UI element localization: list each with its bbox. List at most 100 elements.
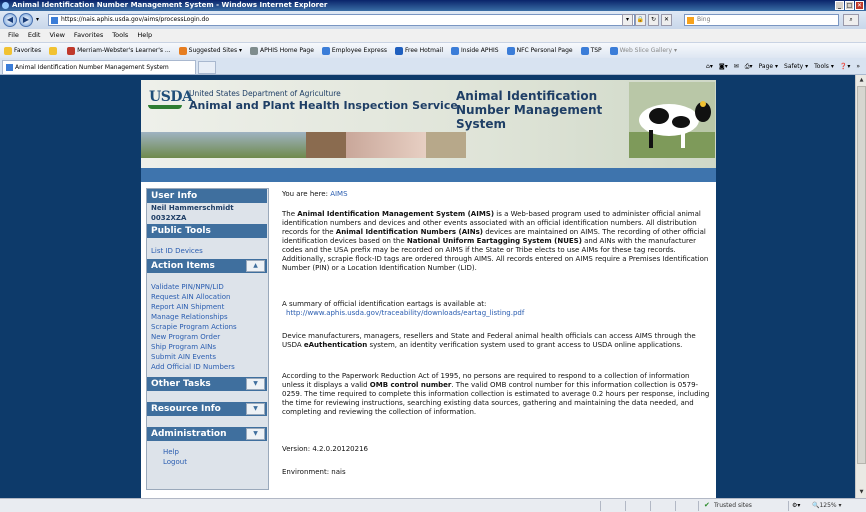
eartag-listing-link[interactable]: http://www.aphis.usda.gov/traceability/d… [282, 309, 524, 317]
menu-file[interactable]: File [8, 29, 19, 42]
user-name: Neil Hammerschmidt [151, 204, 234, 212]
page-icon [51, 17, 58, 24]
home-icon[interactable]: ⌂▾ [706, 60, 713, 73]
status-divider [600, 501, 601, 511]
sidebar-item-ship-ains[interactable]: Ship Program AINs [151, 342, 216, 352]
sidebar-heading-action-items[interactable]: Action Items ▲ [147, 259, 267, 273]
sidebar-item-list-id-devices[interactable]: List ID Devices [151, 246, 203, 256]
search-button[interactable]: ⌕ [843, 14, 859, 26]
sidebar-item-help[interactable]: Help [163, 447, 179, 457]
tab-row: Animal Identification Number Management … [0, 58, 866, 75]
fav-item-suggested[interactable]: Suggested Sites ▾ [178, 46, 242, 55]
security-zone[interactable]: Trusted sites [714, 499, 752, 512]
address-bar[interactable]: https://nais.aphis.usda.gov/aims/process… [48, 14, 635, 26]
maximize-icon[interactable]: □ [845, 1, 854, 10]
expand-down-icon[interactable]: ▼ [246, 378, 265, 390]
sidebar-item-logout[interactable]: Logout [163, 457, 187, 467]
sidebar-item-new-order[interactable]: New Program Order [151, 332, 220, 342]
back-button[interactable]: ◀ [3, 13, 17, 27]
cmd-tools[interactable]: Tools ▾ [814, 60, 834, 73]
vertical-scrollbar[interactable]: ▲ ▼ [855, 75, 866, 498]
text: A summary of official identification ear… [282, 300, 487, 308]
fav-item-merriam[interactable]: Merriam-Webster's Learner's ... [67, 46, 171, 55]
cmd-more[interactable]: » [856, 60, 860, 73]
fav-item-nfc[interactable]: NFC Personal Page [506, 46, 573, 55]
sidebar-heading-administration[interactable]: Administration ▼ [147, 427, 267, 441]
collapse-up-icon[interactable]: ▲ [246, 260, 265, 272]
stop-icon[interactable]: ✕ [661, 14, 672, 26]
landscape-photo [141, 132, 306, 158]
star-icon [4, 46, 12, 55]
sidebar-item-scrapie[interactable]: Scrapie Program Actions [151, 322, 237, 332]
hotmail-icon [394, 46, 403, 55]
sidebar-item-report-shipment[interactable]: Report AIN Shipment [151, 302, 224, 312]
ie-page-icon [506, 46, 515, 55]
intro-paragraph: The Animal Identification Management Sys… [282, 210, 712, 273]
history-dropdown-icon[interactable]: ▾ [36, 16, 39, 23]
menu-favorites[interactable]: Favorites [74, 29, 103, 42]
menu-view[interactable]: View [49, 29, 64, 42]
dept-name: United States Department of Agriculture [189, 89, 341, 98]
tab-aims[interactable]: Animal Identification Number Management … [2, 60, 196, 74]
status-divider [675, 501, 676, 511]
print-icon[interactable]: ⎙▾ [745, 60, 753, 73]
menu-help[interactable]: Help [137, 29, 152, 42]
sidebar-item-manage-relationships[interactable]: Manage Relationships [151, 312, 228, 322]
forward-button[interactable]: ▶ [19, 13, 33, 27]
user-id: 0032XZA [151, 214, 187, 222]
lock-icon[interactable]: 🔒 [635, 14, 646, 26]
status-divider [788, 501, 789, 511]
address-dropdown-icon[interactable]: ▾ [622, 14, 633, 26]
scroll-thumb[interactable] [857, 86, 866, 464]
feeds-icon[interactable]: ◙▾ [719, 60, 728, 73]
eartag-summary: A summary of official identification ear… [282, 300, 712, 318]
cmd-page[interactable]: Page ▾ [759, 60, 778, 73]
environment: Environment: nais [282, 468, 346, 476]
status-divider [698, 501, 699, 511]
fav-label: APHIS Home Page [260, 47, 314, 54]
web-slice-icon [609, 46, 618, 55]
version: Version: 4.2.0.20120216 [282, 445, 368, 453]
paperwork-paragraph: According to the Paperwork Reduction Act… [282, 372, 712, 417]
new-tab-button[interactable] [198, 61, 216, 74]
favorites-button[interactable]: Favorites [4, 46, 41, 55]
sidebar-item-validate-pin[interactable]: Validate PIN/NPN/LID [151, 282, 224, 292]
scroll-up-icon[interactable]: ▲ [857, 76, 866, 85]
window-title-bar: Animal Identification Number Management … [0, 0, 866, 11]
fav-add[interactable] [49, 46, 59, 55]
sidebar-item-add-official-id[interactable]: Add Official ID Numbers [151, 362, 235, 372]
fav-item-tsp[interactable]: TSP [580, 46, 602, 55]
menu-edit[interactable]: Edit [28, 29, 41, 42]
expand-down-icon[interactable]: ▼ [246, 403, 265, 415]
sidebar-heading-resource-info[interactable]: Resource Info ▼ [147, 402, 267, 416]
fav-item-aphis[interactable]: APHIS Home Page [250, 46, 314, 55]
scroll-down-icon[interactable]: ▼ [857, 488, 866, 497]
cmd-safety[interactable]: Safety ▾ [784, 60, 808, 73]
breadcrumb-link-aims[interactable]: AIMS [330, 190, 347, 198]
menu-tools[interactable]: Tools [112, 29, 128, 42]
usda-logo[interactable]: USDA [149, 89, 193, 105]
sidebar-item-request-ain[interactable]: Request AIN Allocation [151, 292, 230, 302]
minimize-icon[interactable]: _ [835, 1, 844, 10]
fav-item-hotmail[interactable]: Free Hotmail [394, 46, 443, 55]
protected-mode-icon[interactable]: ⚙▾ [792, 499, 800, 512]
status-divider [625, 501, 626, 511]
mail-icon[interactable]: ✉ [734, 60, 739, 73]
fav-item-web-slice[interactable]: Web Slice Gallery ▾ [609, 46, 677, 55]
fav-item-employee-express[interactable]: Employee Express [321, 46, 387, 55]
cow-photo [629, 82, 715, 158]
nav-bar [141, 168, 716, 182]
refresh-icon[interactable]: ↻ [648, 14, 659, 26]
sidebar-item-submit-events[interactable]: Submit AIN Events [151, 352, 216, 362]
fav-label: Inside APHIS [461, 47, 499, 54]
search-box[interactable]: Bing [684, 14, 839, 26]
expand-down-icon[interactable]: ▼ [246, 428, 265, 440]
check-icon: ✔ [704, 501, 710, 509]
help-icon[interactable]: ❓▾ [840, 60, 850, 73]
fav-label: NFC Personal Page [516, 47, 573, 54]
zoom-level[interactable]: 🔍125% ▾ [812, 499, 842, 512]
aims-term: Animal Identification Management System … [297, 210, 495, 218]
close-icon[interactable]: ✕ [855, 1, 864, 10]
fav-item-inside-aphis[interactable]: Inside APHIS [451, 46, 499, 55]
sidebar-heading-other-tasks[interactable]: Other Tasks ▼ [147, 377, 267, 391]
